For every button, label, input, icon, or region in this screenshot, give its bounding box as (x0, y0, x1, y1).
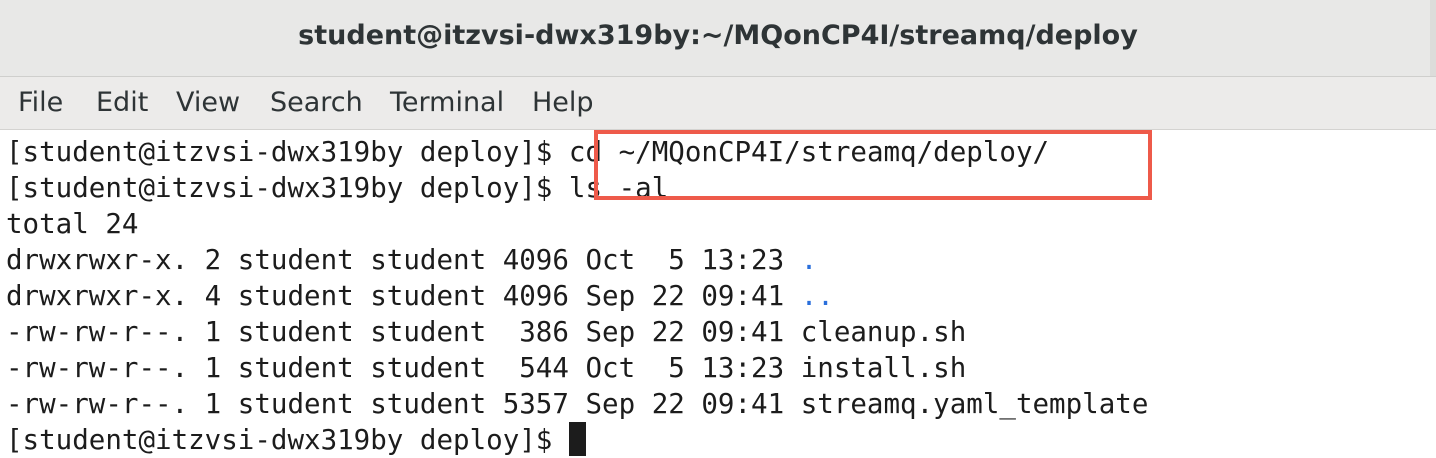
shell-prompt: [student@itzvsi-dwx319by deploy]$ (6, 136, 553, 168)
terminal-line: -rw-rw-r--. 1 student student 386 Sep 22… (6, 316, 967, 348)
command-text (552, 424, 569, 456)
title-bar-edge (1430, 0, 1436, 76)
menu-file[interactable]: File (18, 87, 63, 118)
dir-name: .. (800, 280, 834, 312)
terminal-line: [student@itzvsi-dwx319by deploy]$ cd ~/M… (6, 134, 1049, 170)
terminal-line: [student@itzvsi-dwx319by deploy]$ (6, 422, 586, 458)
menu-edit[interactable]: Edit (96, 87, 148, 118)
terminal-output[interactable]: [student@itzvsi-dwx319by deploy]$ cd ~/M… (0, 130, 1436, 458)
terminal-line: -rw-rw-r--. 1 student student 5357 Sep 2… (6, 388, 1149, 420)
title-bar[interactable]: student@itzvsi-dwx319by:~/MQonCP4I/strea… (0, 0, 1436, 77)
terminal-line: drwxrwxr-x. 4 student student 4096 Sep 2… (6, 278, 834, 314)
menu-view[interactable]: View (176, 87, 240, 118)
terminal-line: total 24 (6, 208, 139, 240)
window-title: student@itzvsi-dwx319by:~/MQonCP4I/strea… (298, 20, 1138, 51)
command-text: cd ~/MQonCP4I/streamq/deploy/ (552, 136, 1050, 168)
command-text: ls -al (552, 172, 669, 204)
dir-name: . (800, 244, 818, 276)
shell-prompt: [student@itzvsi-dwx319by deploy]$ (6, 172, 553, 204)
terminal-line: drwxrwxr-x. 2 student student 4096 Oct 5… (6, 242, 817, 278)
terminal-line: [student@itzvsi-dwx319by deploy]$ ls -al (6, 170, 668, 206)
shell-prompt: [student@itzvsi-dwx319by deploy]$ (6, 424, 553, 456)
text-cursor (568, 422, 586, 456)
terminal-line: -rw-rw-r--. 1 student student 544 Oct 5 … (6, 352, 967, 384)
menu-terminal[interactable]: Terminal (390, 87, 504, 118)
listing-entry: drwxrwxr-x. 4 student student 4096 Sep 2… (6, 280, 801, 312)
terminal-window: student@itzvsi-dwx319by:~/MQonCP4I/strea… (0, 0, 1436, 458)
menu-help[interactable]: Help (532, 87, 594, 118)
menu-search[interactable]: Search (270, 87, 363, 118)
menu-bar: File Edit View Search Terminal Help (0, 77, 1436, 130)
listing-entry: drwxrwxr-x. 2 student student 4096 Oct 5… (6, 244, 801, 276)
